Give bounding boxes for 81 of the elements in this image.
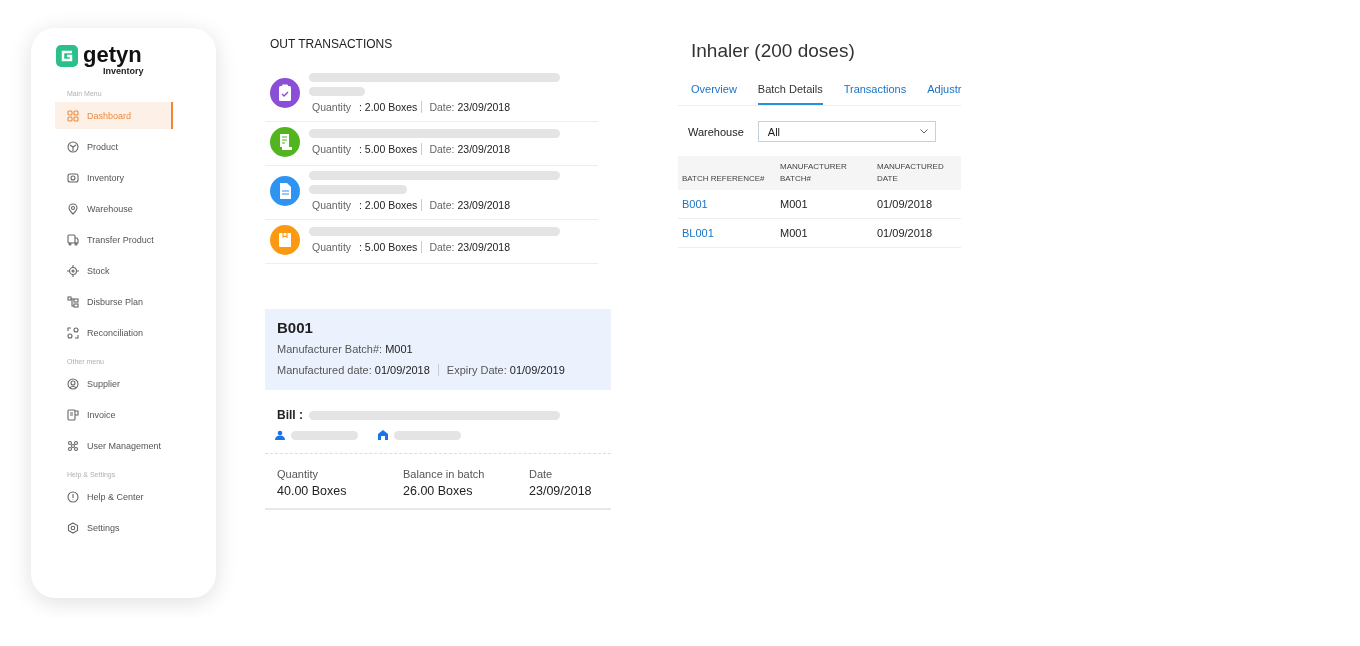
batch-link[interactable]: BL001 bbox=[678, 227, 776, 239]
menu-icon bbox=[67, 109, 79, 122]
section-title: OUT TRANSACTIONS bbox=[270, 37, 394, 51]
menu-icon bbox=[67, 377, 79, 390]
quantity-value: : 2.00 Boxes bbox=[359, 101, 423, 113]
menu-icon bbox=[67, 171, 79, 184]
menu-icon bbox=[67, 490, 79, 503]
date-label: Date: bbox=[429, 101, 455, 113]
column-header: MANUFACTURER BATCH# bbox=[779, 161, 848, 185]
stat-value: 26.00 Boxes bbox=[403, 484, 474, 498]
menu-icon bbox=[67, 202, 79, 215]
quantity-label: Quantity bbox=[312, 241, 353, 253]
sidebar-item[interactable]: User Management bbox=[55, 430, 173, 461]
menu-icon bbox=[67, 140, 79, 153]
field-label: Warehouse bbox=[688, 125, 744, 138]
sidebar-item[interactable]: Inventory bbox=[55, 162, 173, 193]
sidebar-item[interactable]: Help & Center bbox=[55, 481, 173, 512]
date-label: Date: bbox=[429, 241, 455, 253]
quantity-label: Quantity bbox=[312, 199, 353, 211]
batch-link[interactable]: B001 bbox=[678, 198, 776, 210]
tab[interactable]: Adjustr bbox=[927, 81, 962, 105]
sidebar-item[interactable]: Product bbox=[55, 131, 173, 162]
menu-icon bbox=[67, 233, 79, 246]
quantity-value: : 5.00 Boxes bbox=[359, 143, 423, 155]
table-cell-text: 01/09/2018 bbox=[876, 227, 934, 239]
warehouse-dropdown[interactable]: All bbox=[757, 121, 936, 142]
sidebar-item[interactable]: Transfer Product bbox=[55, 224, 173, 255]
sidebar-item[interactable]: Stock bbox=[55, 255, 173, 286]
date-value: 23/09/2018 bbox=[457, 101, 511, 113]
table-cell-text: M001 bbox=[779, 227, 809, 239]
tab[interactable]: Batch Details bbox=[757, 81, 823, 105]
quantity-label: Quantity bbox=[312, 101, 353, 113]
menu-icon bbox=[67, 439, 79, 452]
menu-icon bbox=[67, 326, 79, 339]
date-value: 23/09/2018 bbox=[457, 143, 511, 155]
table-cell-text: M001 bbox=[779, 198, 809, 210]
column-header: BATCH REFERENCE# bbox=[681, 173, 766, 185]
batch-title: B001 bbox=[277, 319, 314, 336]
product-title: Inhaler (200 doses) bbox=[691, 40, 856, 62]
skeleton-bar bbox=[291, 430, 358, 440]
stat-value: 40.00 Boxes bbox=[277, 484, 348, 498]
quantity-value: : 5.00 Boxes bbox=[359, 241, 423, 253]
sidebar-item[interactable]: Disburse Plan bbox=[55, 286, 173, 317]
stat-value: 23/09/2018 bbox=[529, 484, 592, 498]
field-value: 01/09/2019 bbox=[509, 364, 565, 376]
stat-label: Balance in batch bbox=[403, 468, 486, 480]
tab[interactable]: Transactions bbox=[843, 81, 907, 105]
date-value: 23/09/2018 bbox=[457, 199, 511, 211]
logo-icon bbox=[55, 44, 79, 68]
field-value: 01/09/2018 bbox=[374, 364, 439, 376]
table-cell-text: 01/09/2018 bbox=[876, 198, 934, 210]
menu-icon bbox=[67, 295, 79, 308]
date-label: Date: bbox=[429, 143, 455, 155]
sidebar-item[interactable]: Reconciliation bbox=[55, 317, 173, 348]
skeleton-bar bbox=[309, 87, 365, 96]
skeleton-bar bbox=[394, 430, 461, 440]
sidebar-item[interactable]: Settings bbox=[55, 512, 173, 543]
quantity-value: : 2.00 Boxes bbox=[359, 199, 423, 211]
quantity-label: Quantity bbox=[312, 143, 353, 155]
sidebar-item[interactable]: Supplier bbox=[55, 368, 173, 399]
stat-label: Date bbox=[529, 468, 554, 480]
date-value: 23/09/2018 bbox=[457, 241, 511, 253]
bill-label: Bill : bbox=[277, 408, 303, 422]
sidebar-item[interactable]: Warehouse bbox=[55, 193, 173, 224]
column-header: MANUFACTURED DATE bbox=[876, 161, 945, 185]
date-label: Date: bbox=[429, 199, 455, 211]
person-icon bbox=[275, 430, 285, 440]
menu-icon bbox=[67, 408, 79, 421]
menu-icon bbox=[67, 264, 79, 277]
field-label: Manufacturer Batch#: bbox=[277, 343, 383, 355]
sidebar-item[interactable]: Invoice bbox=[55, 399, 173, 430]
home-icon bbox=[378, 430, 388, 440]
field-label: Expiry Date: bbox=[446, 364, 507, 376]
logo-wordmark: getyn bbox=[83, 44, 142, 66]
menu-icon bbox=[67, 521, 79, 534]
chevron-down-icon bbox=[919, 129, 928, 134]
logo-subtitle: Inventory bbox=[103, 66, 144, 76]
stat-label: Quantity bbox=[277, 468, 319, 480]
field-label: Manufactured date: bbox=[277, 364, 372, 376]
tab[interactable]: Overview bbox=[691, 81, 737, 105]
field-value: M001 bbox=[385, 343, 413, 355]
